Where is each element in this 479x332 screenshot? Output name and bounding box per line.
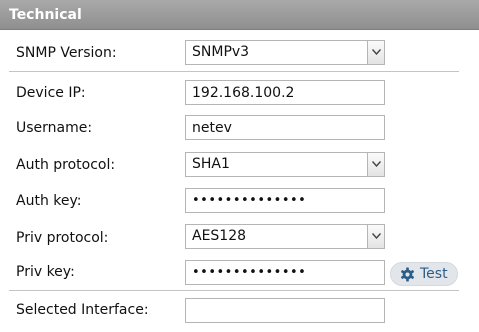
auth-protocol-dropdown-button[interactable] bbox=[367, 153, 384, 176]
chevron-down-icon bbox=[372, 233, 381, 239]
priv-protocol-value: AES128 bbox=[192, 228, 247, 244]
chevron-down-icon bbox=[372, 49, 381, 55]
priv-protocol-label: Priv protocol: bbox=[16, 230, 109, 246]
panel-header: Technical bbox=[0, 0, 479, 30]
snmp-version-label: SNMP Version: bbox=[16, 45, 117, 61]
divider bbox=[9, 290, 459, 291]
auth-protocol-value: SHA1 bbox=[192, 156, 230, 172]
technical-panel: Technical SNMP Version: SNMPv3 Device IP… bbox=[0, 0, 479, 332]
auth-key-label: Auth key: bbox=[16, 193, 82, 209]
snmp-version-dropdown-button[interactable] bbox=[367, 41, 384, 64]
username-label: Username: bbox=[16, 120, 93, 136]
panel-title: Technical bbox=[9, 7, 82, 23]
selected-interface-input[interactable] bbox=[185, 298, 385, 323]
test-button-label: Test bbox=[420, 266, 448, 282]
device-ip-input[interactable] bbox=[185, 80, 385, 105]
test-button[interactable]: Test bbox=[390, 262, 458, 286]
chevron-down-icon bbox=[372, 161, 381, 167]
divider bbox=[9, 71, 459, 72]
selected-interface-label: Selected Interface: bbox=[16, 302, 149, 318]
device-ip-label: Device IP: bbox=[16, 85, 86, 101]
auth-protocol-select[interactable]: SHA1 bbox=[185, 152, 385, 177]
priv-key-input[interactable]: •••••••••••••• bbox=[185, 260, 385, 285]
gear-icon bbox=[400, 267, 415, 286]
priv-key-label: Priv key: bbox=[16, 264, 75, 280]
username-input[interactable] bbox=[185, 115, 385, 140]
priv-protocol-select[interactable]: AES128 bbox=[185, 224, 385, 249]
priv-protocol-dropdown-button[interactable] bbox=[367, 225, 384, 248]
auth-protocol-label: Auth protocol: bbox=[16, 157, 116, 173]
snmp-version-select[interactable]: SNMPv3 bbox=[185, 40, 385, 65]
auth-key-input[interactable]: •••••••••••••• bbox=[185, 188, 385, 213]
snmp-version-value: SNMPv3 bbox=[192, 44, 250, 60]
